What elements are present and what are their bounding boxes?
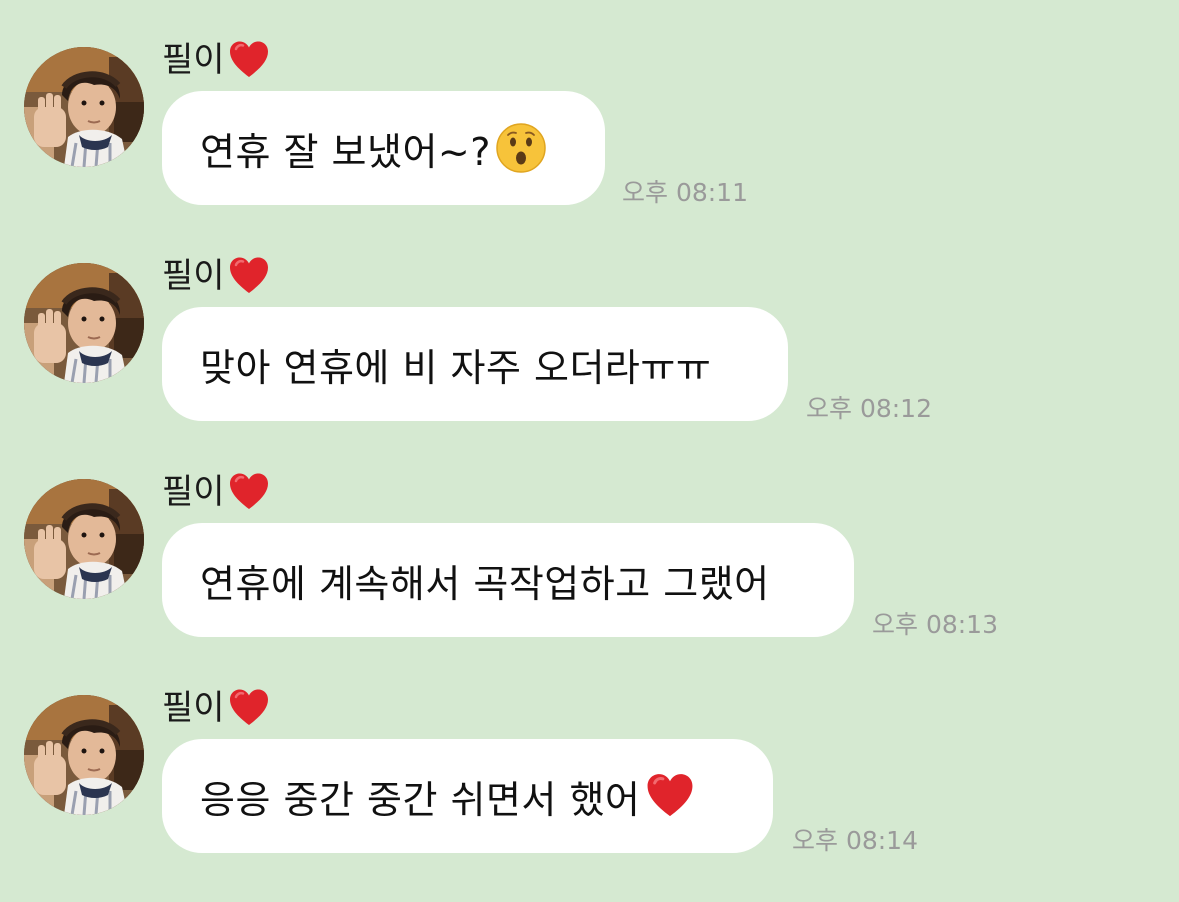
message-timestamp: 오후 08:14 (792, 826, 918, 855)
profile-photo (24, 695, 144, 815)
message-bubble[interactable]: 응응 중간 중간 쉬면서 했어 (162, 739, 773, 853)
message-text: 연휴 잘 보냈어~? (200, 129, 491, 174)
red-heart-icon (227, 470, 271, 514)
message-timestamp: 오후 08:11 (622, 178, 748, 207)
message-text: 연휴에 계속해서 곡작업하고 그랬어 (200, 561, 770, 606)
message-text: 응응 중간 중간 쉬면서 했어 (200, 777, 641, 822)
sender-label: 필이 (162, 35, 271, 85)
message-bubble[interactable]: 연휴 잘 보냈어~? (162, 91, 605, 205)
message-text: 맞아 연휴에 비 자주 오더라ㅠㅠ (200, 345, 712, 390)
message-bubble[interactable]: 연휴에 계속해서 곡작업하고 그랬어 (162, 523, 854, 637)
message-row: 필이 연휴에 계속해서 곡작업하고 그랬어 오후 08:13 (0, 472, 1179, 679)
message-row: 필이 맞아 연휴에 비 자주 오더라ㅠㅠ 오후 08:12 (0, 256, 1179, 463)
profile-photo (24, 479, 144, 599)
message-bubble[interactable]: 맞아 연휴에 비 자주 오더라ㅠㅠ (162, 307, 788, 421)
sender-name: 필이 (162, 472, 225, 512)
sender-name: 필이 (162, 40, 225, 80)
red-heart-icon (227, 686, 271, 730)
profile-photo (24, 47, 144, 167)
avatar[interactable] (24, 47, 144, 167)
message-timestamp: 오후 08:12 (806, 394, 932, 423)
sender-name: 필이 (162, 688, 225, 728)
red-heart-icon (227, 254, 271, 298)
hushed-face-emoji (495, 122, 547, 174)
sender-label: 필이 (162, 683, 271, 733)
message-timestamp: 오후 08:13 (872, 610, 998, 639)
avatar[interactable] (24, 479, 144, 599)
message-row: 필이 응응 중간 중간 쉬면서 했어 오후 08:14 (0, 688, 1179, 895)
sender-name: 필이 (162, 256, 225, 296)
chat-room: 필이 연휴 잘 보냈어~? 오후 08:11 필이 맞아 연휴에 비 자주 오더… (0, 0, 1179, 902)
sender-label: 필이 (162, 251, 271, 301)
avatar[interactable] (24, 695, 144, 815)
red-heart-icon (227, 38, 271, 82)
profile-photo (24, 263, 144, 383)
red-heart-icon (644, 770, 696, 822)
sender-label: 필이 (162, 467, 271, 517)
message-row: 필이 연휴 잘 보냈어~? 오후 08:11 (0, 40, 1179, 247)
avatar[interactable] (24, 263, 144, 383)
